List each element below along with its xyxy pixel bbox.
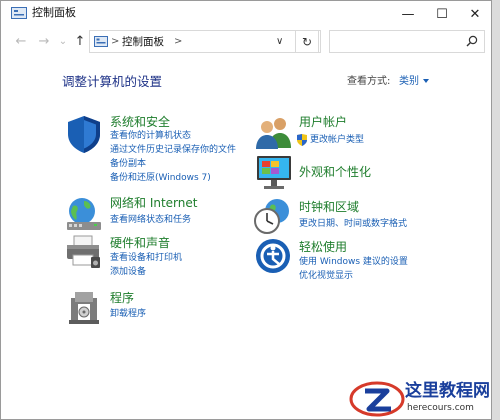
link-optimize-visual-display[interactable]: 优化视觉显示 — [299, 270, 353, 282]
link-backup-copy[interactable]: 备份副本 — [110, 158, 146, 170]
chevron-down-icon[interactable] — [423, 79, 429, 83]
back-button[interactable]: ← — [13, 34, 29, 50]
close-button[interactable]: ✕ — [458, 1, 491, 27]
breadcrumb-control-panel[interactable]: 控制面板 — [122, 35, 164, 49]
view-by-label: 查看方式: — [347, 76, 391, 87]
uac-shield-icon — [297, 134, 307, 146]
watermark-url: herecours.com — [407, 403, 474, 413]
refresh-button[interactable]: ↻ — [295, 30, 319, 53]
link-change-date-time-format[interactable]: 更改日期、时间或数字格式 — [299, 218, 407, 230]
link-add-device[interactable]: 添加设备 — [110, 266, 146, 278]
page-title: 调整计算机的设置 — [62, 74, 163, 89]
link-network-status[interactable]: 查看网络状态和任务 — [110, 214, 191, 226]
window-title: 控制面板 — [32, 6, 76, 19]
address-bar[interactable]: > 控制面板 > ∨ — [89, 30, 321, 53]
category-programs[interactable]: 程序 — [110, 291, 134, 306]
search-input[interactable] — [329, 30, 485, 53]
clock-globe-icon[interactable] — [253, 197, 293, 237]
search-icon — [466, 35, 478, 47]
view-by-dropdown[interactable]: 类别 — [399, 75, 419, 89]
printer-icon[interactable] — [64, 233, 104, 273]
category-user-accounts[interactable]: 用户帐户 — [299, 115, 347, 130]
programs-icon[interactable] — [65, 288, 105, 328]
link-uninstall-program[interactable]: 卸载程序 — [110, 308, 146, 320]
background-strip — [492, 0, 500, 420]
ease-of-access-icon[interactable] — [254, 237, 292, 275]
up-button[interactable]: ↑ — [72, 34, 88, 50]
link-devices-printers[interactable]: 查看设备和打印机 — [110, 252, 182, 264]
title-bar: 控制面板 — ☐ ✕ — [1, 1, 491, 27]
control-panel-icon — [94, 36, 108, 47]
link-change-account-type[interactable]: 更改帐户类型 — [310, 134, 364, 146]
breadcrumb-separator[interactable]: > — [174, 35, 182, 49]
category-system-security[interactable]: 系统和安全 — [110, 115, 170, 130]
minimize-button[interactable]: — — [391, 1, 425, 27]
link-backup-restore[interactable]: 备份和还原(Windows 7) — [110, 172, 211, 184]
category-appearance[interactable]: 外观和个性化 — [299, 165, 371, 180]
network-globe-icon[interactable] — [64, 195, 104, 235]
link-view-computer-status[interactable]: 查看你的计算机状态 — [110, 130, 191, 142]
watermark-logo-icon — [349, 381, 405, 417]
forward-button[interactable]: → — [36, 34, 52, 50]
recent-locations-dropdown[interactable]: ⌄ — [55, 34, 71, 50]
category-clock-region[interactable]: 时钟和区域 — [299, 200, 359, 215]
monitor-icon[interactable] — [254, 152, 294, 192]
category-hardware-sound[interactable]: 硬件和声音 — [110, 236, 170, 251]
users-icon[interactable] — [254, 114, 294, 150]
watermark-name: 这里教程网 — [405, 381, 490, 401]
breadcrumb-separator[interactable]: > — [111, 35, 119, 49]
category-ease-of-access[interactable]: 轻松使用 — [299, 240, 347, 255]
control-panel-app-icon — [11, 7, 27, 19]
shield-icon[interactable] — [64, 114, 104, 154]
control-panel-window: 控制面板 — ☐ ✕ ← → ⌄ ↑ > 控制面板 > ∨ ↻ 调整计算机的设置 — [0, 0, 492, 420]
link-file-history[interactable]: 通过文件历史记录保存你的文件 — [110, 144, 236, 156]
category-network-internet[interactable]: 网络和 Internet — [110, 196, 197, 211]
address-history-dropdown[interactable]: ∨ — [276, 35, 283, 49]
link-recommended-settings[interactable]: 使用 Windows 建议的设置 — [299, 256, 408, 268]
maximize-button[interactable]: ☐ — [425, 1, 459, 27]
